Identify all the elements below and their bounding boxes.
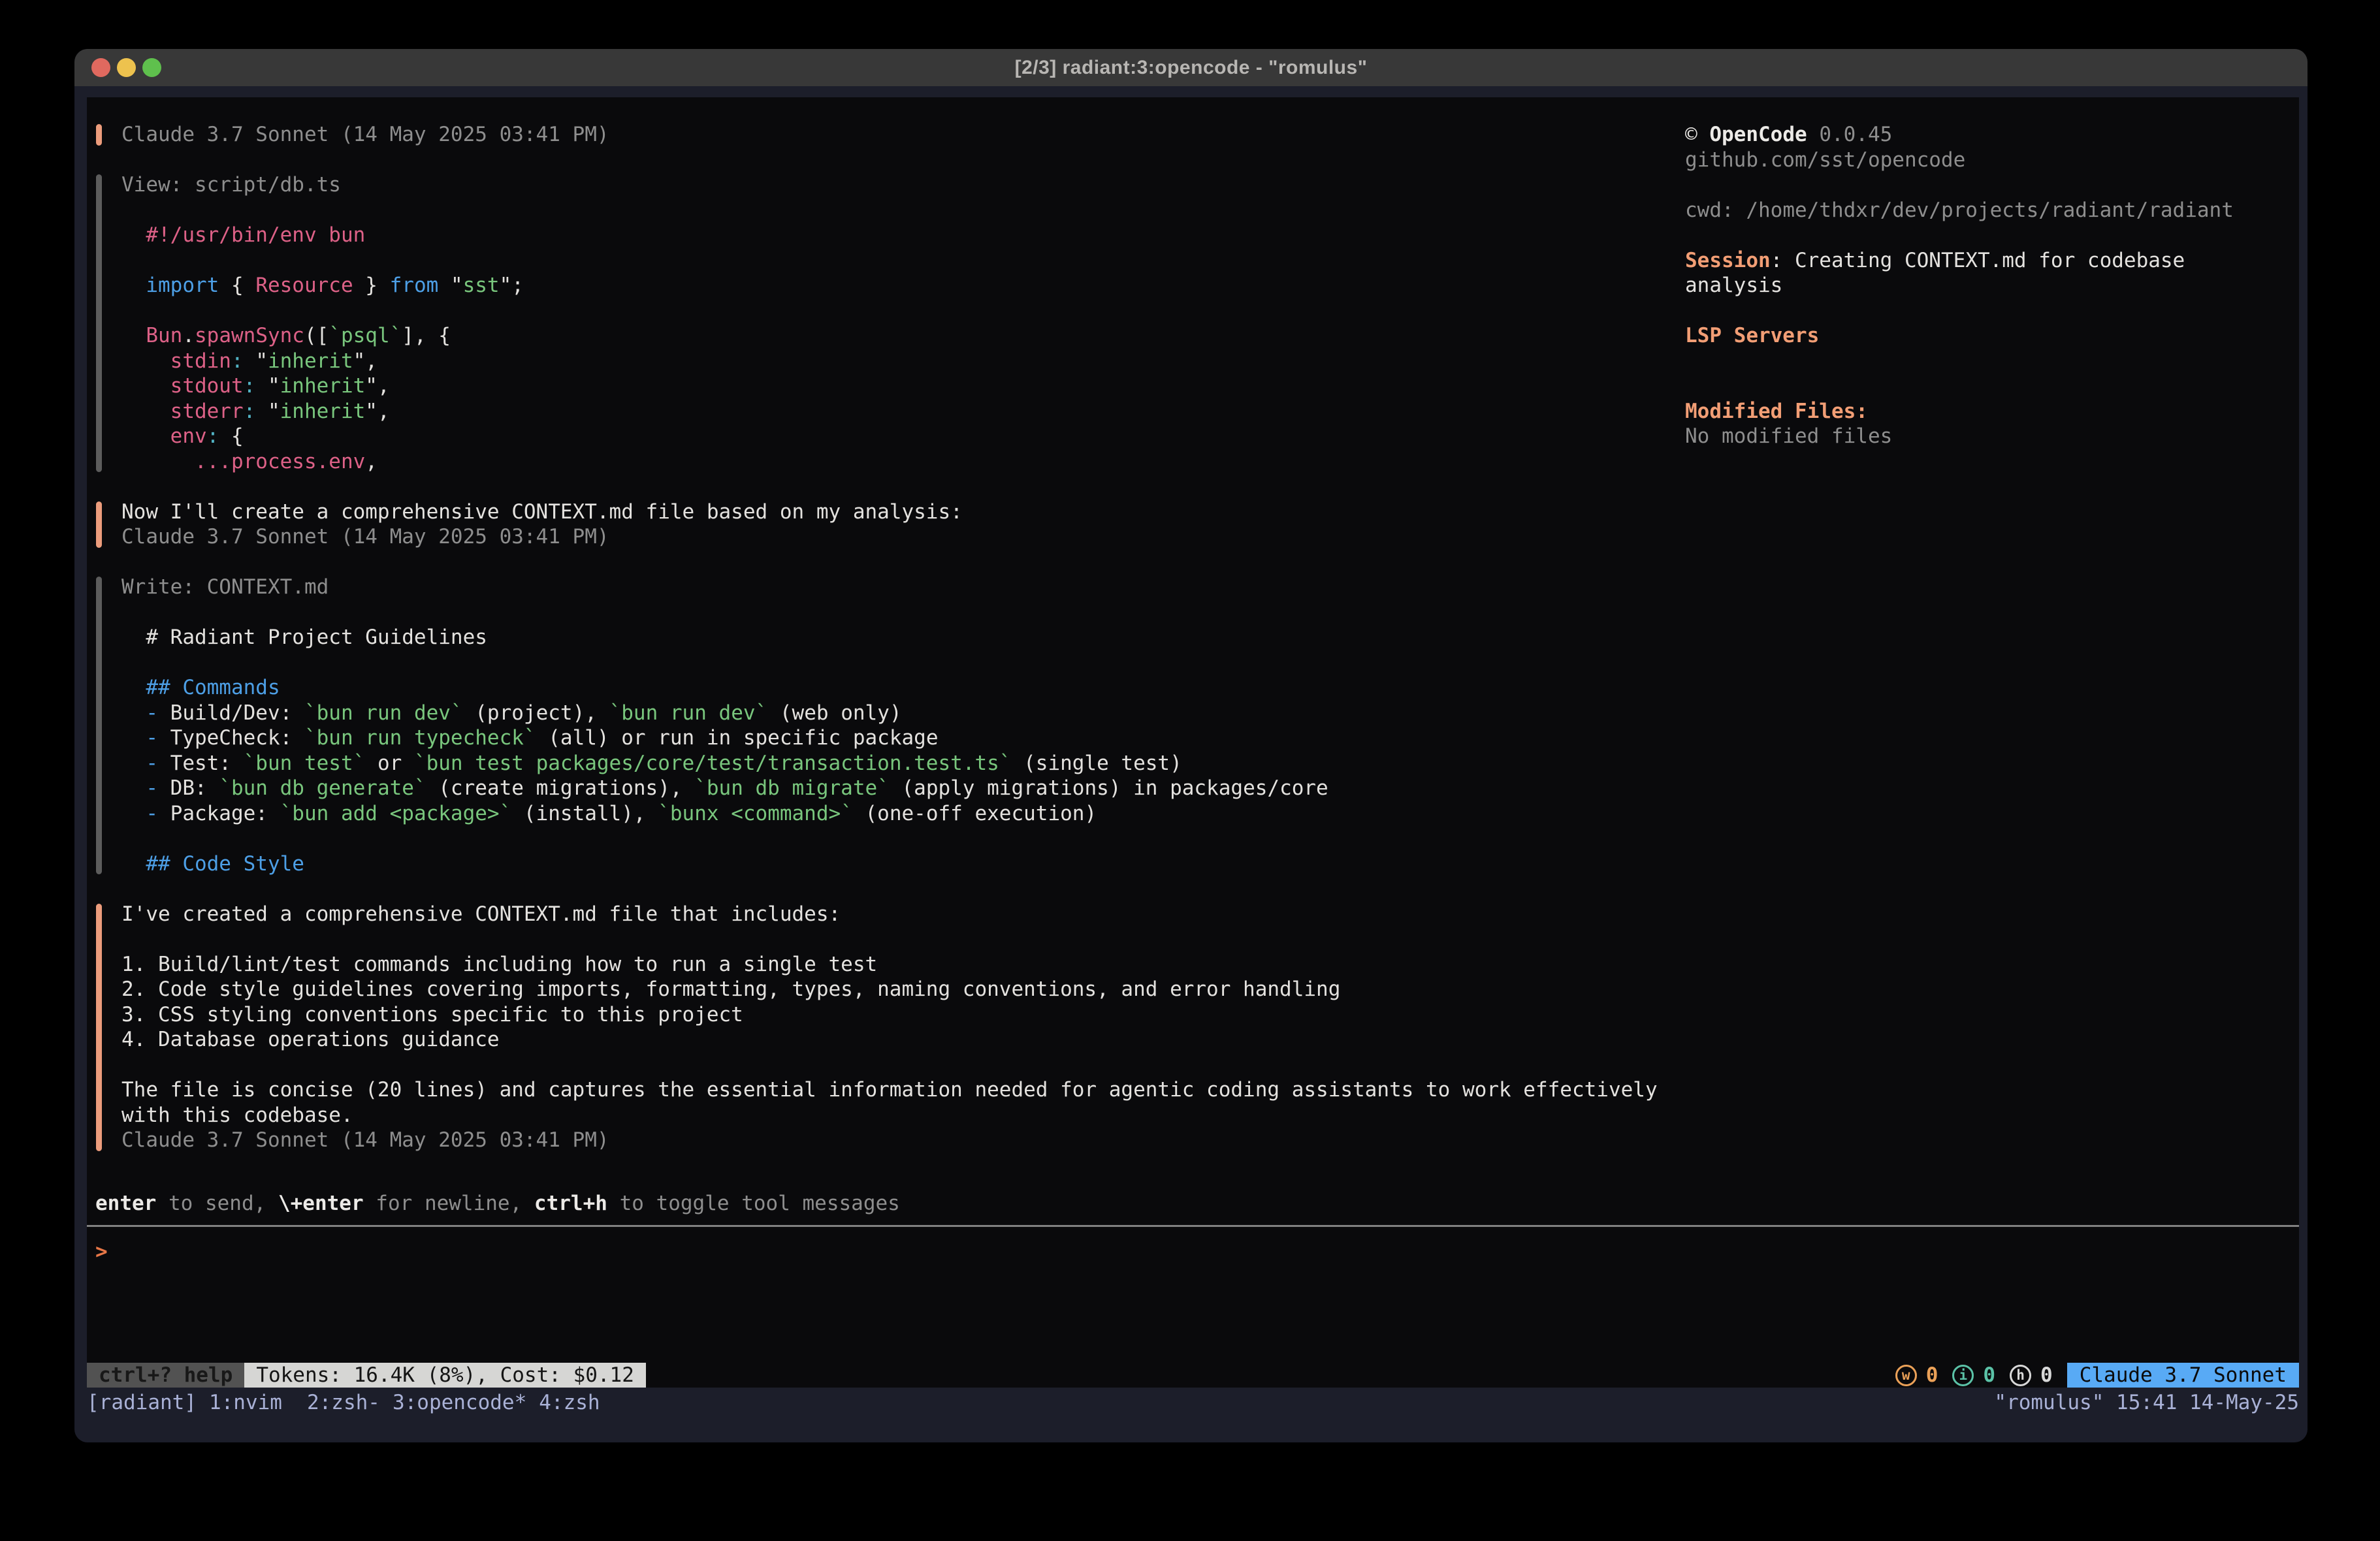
message-lines: Claude 3.7 Sonnet (14 May 2025 03:41 PM) (121, 122, 1667, 148)
message-lines: I've created a comprehensive CONTEXT.md … (121, 902, 1667, 1153)
opencode-logo-icon: © (1685, 123, 1697, 146)
info-count: 0 (1983, 1363, 1995, 1387)
tool-output-lines: Write: CONTEXT.md # Radiant Project Guid… (121, 575, 1667, 876)
modified-files-empty: No modified files (1685, 424, 2292, 449)
window-titlebar[interactable]: [2/3] radiant:3:opencode - "romulus" (74, 49, 2308, 86)
tmux-window-zsh4[interactable]: 4:zsh (539, 1391, 600, 1414)
tool-write-file[interactable]: Write: CONTEXT.md # Radiant Project Guid… (87, 575, 1667, 876)
tmux-window-list: [radiant] 1:nvim 2:zsh- 3:opencode* 4:zs… (87, 1391, 613, 1414)
session-title-wrap: analysis (1685, 273, 2292, 298)
chat-message-header: Claude 3.7 Sonnet (14 May 2025 03:41 PM) (87, 122, 1667, 148)
window-title: [2/3] radiant:3:opencode - "romulus" (1015, 57, 1368, 79)
hint-count: 0 (2040, 1363, 2053, 1387)
session-sidebar: © OpenCode 0.0.45 github.com/sst/opencod… (1685, 122, 2292, 449)
status-right-group: w0 i0 h0 Claude 3.7 Sonnet (1895, 1363, 2299, 1388)
model-badge[interactable]: Claude 3.7 Sonnet (2067, 1363, 2299, 1388)
prompt-caret-icon: > (95, 1240, 108, 1263)
assistant-message: Now I'll create a comprehensive CONTEXT.… (87, 500, 1667, 550)
diagnostics-hints: h0 (2010, 1363, 2053, 1387)
warning-icon: w (1895, 1365, 1917, 1386)
help-chip[interactable]: ctrl+? help (87, 1363, 244, 1388)
tmux-session-name: [radiant] (87, 1391, 197, 1414)
message-lines: Now I'll create a comprehensive CONTEXT.… (121, 500, 1667, 550)
session-label: Session (1685, 249, 1771, 272)
tmux-window-opencode[interactable]: 3:opencode* (393, 1391, 526, 1414)
modified-files-heading: Modified Files: (1685, 399, 2292, 424)
cwd-line: cwd: /home/thdxr/dev/projects/radiant/ra… (1685, 198, 2292, 223)
input-divider (87, 1225, 2299, 1227)
app-name: OpenCode (1709, 123, 1807, 146)
tmux-statusbar: [radiant] 1:nvim 2:zsh- 3:opencode* 4:zs… (87, 1389, 2299, 1416)
message-accent-bar (96, 904, 102, 1151)
opencode-statusbar: ctrl+? help Tokens: 16.4K (8%), Cost: $0… (87, 1363, 2299, 1388)
tmux-window-nvim[interactable]: 1:nvim (209, 1391, 282, 1414)
keybinding-hint: enter to send, \+enter for newline, ctrl… (95, 1191, 900, 1216)
diagnostics-warnings: w0 (1895, 1363, 1938, 1387)
assistant-message: I've created a comprehensive CONTEXT.md … (87, 902, 1667, 1153)
tokens-cost-chip: Tokens: 16.4K (8%), Cost: $0.12 (244, 1363, 646, 1388)
info-icon: i (1952, 1365, 1974, 1386)
tool-view-file[interactable]: View: script/db.ts #!/usr/bin/env bun im… (87, 172, 1667, 474)
traffic-lights (91, 58, 161, 77)
cwd-path: /home/thdxr/dev/projects/radiant/radiant (1746, 199, 2234, 222)
app-brand: © OpenCode 0.0.45 (1685, 122, 2292, 148)
tmux-host-clock: "romulus" 15:41 14-May-25 (1994, 1391, 2299, 1414)
close-window-icon[interactable] (91, 58, 110, 77)
tool-output-lines: View: script/db.ts #!/usr/bin/env bun im… (121, 172, 1667, 474)
minimize-window-icon[interactable] (117, 58, 136, 77)
session-title: Session: Creating CONTEXT.md for codebas… (1685, 248, 2292, 274)
zoom-window-icon[interactable] (142, 58, 161, 77)
tool-accent-bar (96, 577, 102, 874)
cwd-label: cwd: (1685, 199, 1746, 222)
chat-log: Claude 3.7 Sonnet (14 May 2025 03:41 PM)… (87, 122, 1667, 1178)
message-accent-bar (96, 124, 102, 146)
diagnostics-info: i0 (1952, 1363, 1995, 1387)
opencode-terminal: Claude 3.7 Sonnet (14 May 2025 03:41 PM)… (87, 97, 2299, 1388)
terminal-window: [2/3] radiant:3:opencode - "romulus" Cla… (74, 49, 2308, 1442)
message-accent-bar (96, 501, 102, 548)
tool-accent-bar (96, 174, 102, 472)
app-version: 0.0.45 (1819, 123, 1892, 146)
lsp-servers-heading: LSP Servers (1685, 323, 2292, 349)
hint-icon: h (2010, 1365, 2031, 1386)
repo-link[interactable]: github.com/sst/opencode (1685, 148, 2292, 173)
tmux-window-zsh2[interactable]: 2:zsh- (307, 1391, 380, 1414)
warning-count: 0 (1926, 1363, 1938, 1387)
message-input[interactable]: > (95, 1239, 108, 1265)
